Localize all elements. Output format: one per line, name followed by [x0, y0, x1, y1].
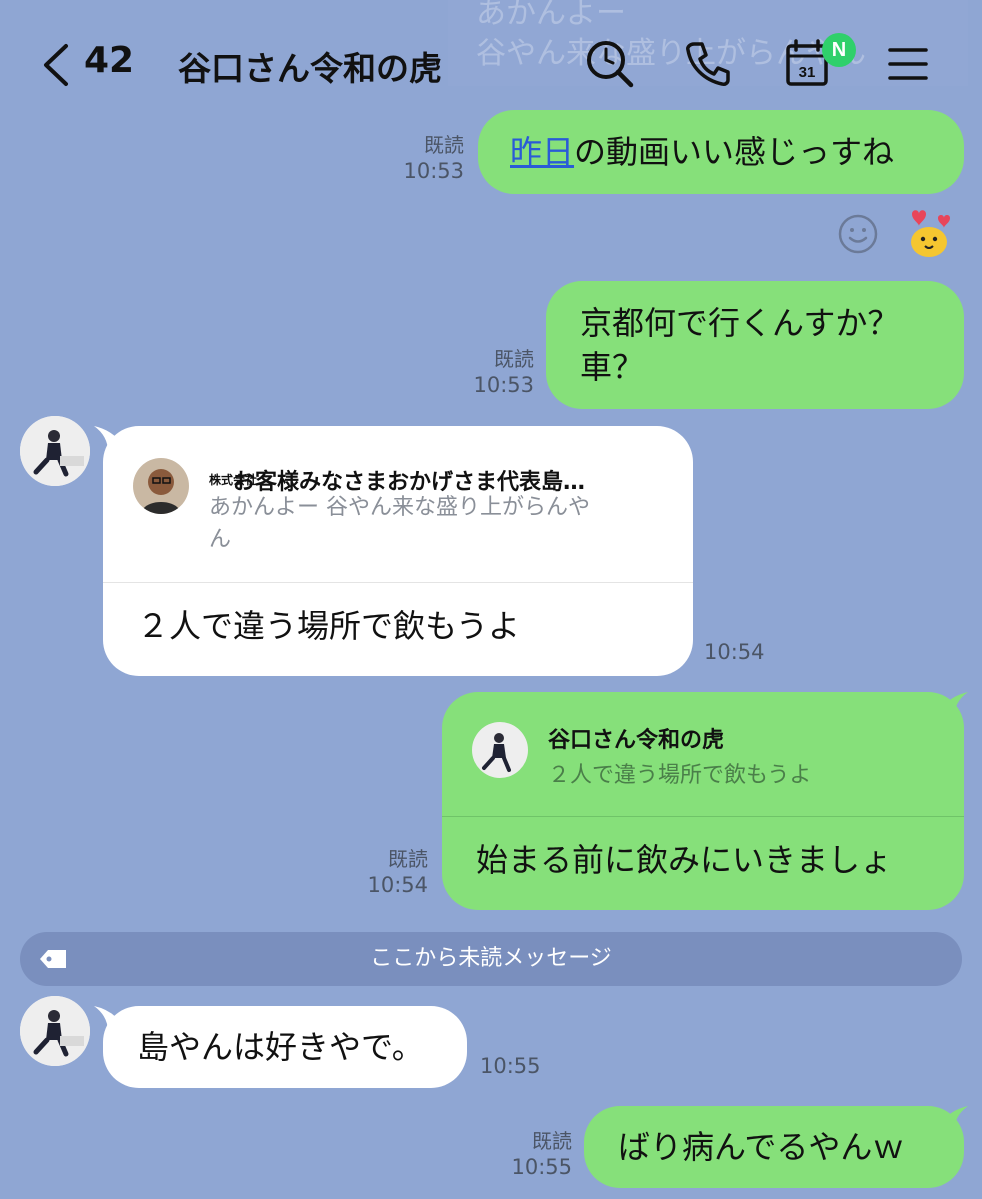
chat-title[interactable]: 谷口さん令和の虎 [178, 42, 442, 90]
message-text: 始まる前に飲みにいきましょ [476, 841, 893, 879]
message-meta: 既読 10:53 [462, 346, 534, 398]
message-text: 島やんは好きやで。 [137, 1028, 424, 1066]
reply-message-bubble[interactable]: 谷口さん令和の虎 ２人で違う場所で飲もうよ 始まる前に飲みにいきましょ [442, 692, 964, 910]
tag-icon [40, 950, 66, 968]
quoted-avatar [472, 722, 528, 778]
sticker-reaction-icon[interactable] [902, 206, 954, 260]
message-meta: 既読 10:55 [500, 1128, 572, 1180]
search-icon[interactable] [582, 36, 638, 92]
reply-divider [103, 582, 693, 583]
read-receipt: 既読 [532, 1129, 572, 1153]
avatar-photo [20, 416, 90, 486]
message-bubble[interactable]: 島やんは好きやで。 [103, 1006, 467, 1088]
message-meta: 既読 10:54 [356, 846, 428, 898]
message-bubble[interactable]: ばり病んでるやんｗ [584, 1106, 964, 1188]
company-prefix: 株式会社 [209, 473, 258, 487]
quoted-avatar [133, 458, 189, 514]
quoted-text-line: あかんよー 谷やん来な盛り上がらんや [209, 495, 590, 520]
back-icon[interactable] [38, 40, 78, 90]
avatar-photo [20, 996, 90, 1066]
message-time: 10:54 [367, 873, 428, 897]
message-text: の動画いい感じっすね [574, 133, 895, 171]
add-reaction-icon[interactable] [836, 212, 880, 256]
message-text-line: 京都何で行くんすか？ [580, 304, 900, 342]
unread-count[interactable]: 42 [84, 40, 134, 81]
message-time: 10:53 [473, 373, 534, 397]
message-time: 10:53 [403, 159, 464, 183]
message-bubble[interactable]: 京都何で行くんすか？ 車？ [546, 281, 964, 409]
message-time: 10:55 [511, 1155, 572, 1179]
quoted-text-line: ん [209, 527, 232, 552]
message-text: ばり病んでるやんｗ [618, 1128, 905, 1166]
message-time: 10:54 [704, 640, 765, 664]
quoted-text: ２人で違う場所で飲もうよ [548, 763, 812, 788]
chat-header: 42 谷口さん令和の虎 31 N [0, 0, 982, 120]
message-text: ２人で違う場所で飲もうよ [137, 607, 521, 645]
phone-icon[interactable] [680, 36, 736, 92]
message-text-line: 車？ [580, 348, 645, 386]
message-time: 10:55 [480, 1054, 541, 1078]
menu-icon[interactable] [880, 36, 936, 92]
reply-divider [442, 816, 964, 817]
read-receipt: 既読 [424, 133, 464, 157]
unread-divider: ここから未読メッセージ [20, 932, 962, 986]
unread-label: ここから未読メッセージ [370, 946, 612, 971]
new-badge: N [822, 33, 856, 67]
quoted-sender-name: 谷口さん令和の虎 [548, 728, 725, 753]
message-link[interactable]: 昨日 [510, 133, 574, 171]
reply-message-bubble[interactable]: 株式会社お客様みなさまおかげさま代表島… あかんよー 谷やん来な盛り上がらんや … [103, 426, 693, 676]
calendar-day-label: 31 [799, 64, 816, 81]
read-receipt: 既読 [388, 847, 428, 871]
quoted-text: あかんよー 谷やん来な盛り上がらんや ん [209, 492, 679, 556]
read-receipt: 既読 [494, 347, 534, 371]
contact-avatar[interactable] [20, 996, 90, 1066]
contact-avatar[interactable] [20, 416, 90, 486]
message-meta: 既読 10:53 [392, 132, 464, 184]
message-bubble[interactable]: 昨日の動画いい感じっすね [478, 110, 964, 194]
